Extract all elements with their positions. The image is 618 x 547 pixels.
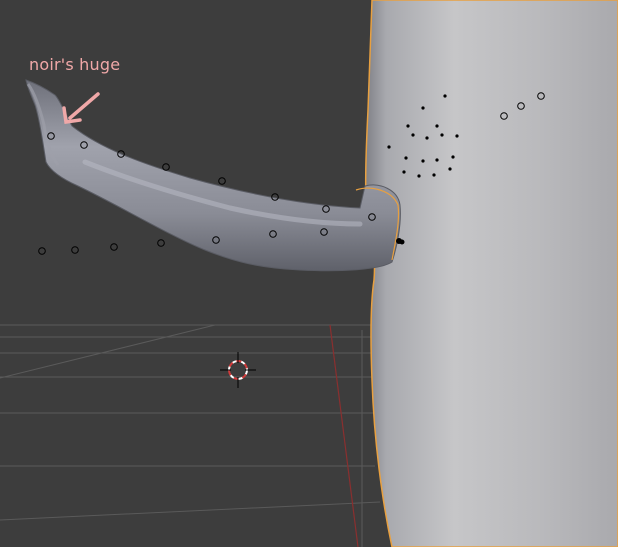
vertex-marker[interactable] — [162, 163, 170, 171]
vertex-marker[interactable] — [157, 239, 165, 247]
vertex-marker[interactable] — [218, 177, 226, 185]
3d-viewport[interactable] — [0, 0, 618, 547]
vertex-marker[interactable] — [110, 243, 118, 251]
annotation-arrow-icon — [62, 92, 100, 124]
3d-cursor-icon[interactable] — [220, 352, 256, 388]
x-axis-line — [329, 324, 359, 547]
vertex-marker[interactable] — [38, 247, 46, 255]
vertex-marker[interactable] — [71, 246, 79, 254]
floor-grid — [0, 324, 381, 547]
body-mesh[interactable] — [364, 0, 618, 547]
annotation-label: noir's huge — [29, 55, 121, 74]
